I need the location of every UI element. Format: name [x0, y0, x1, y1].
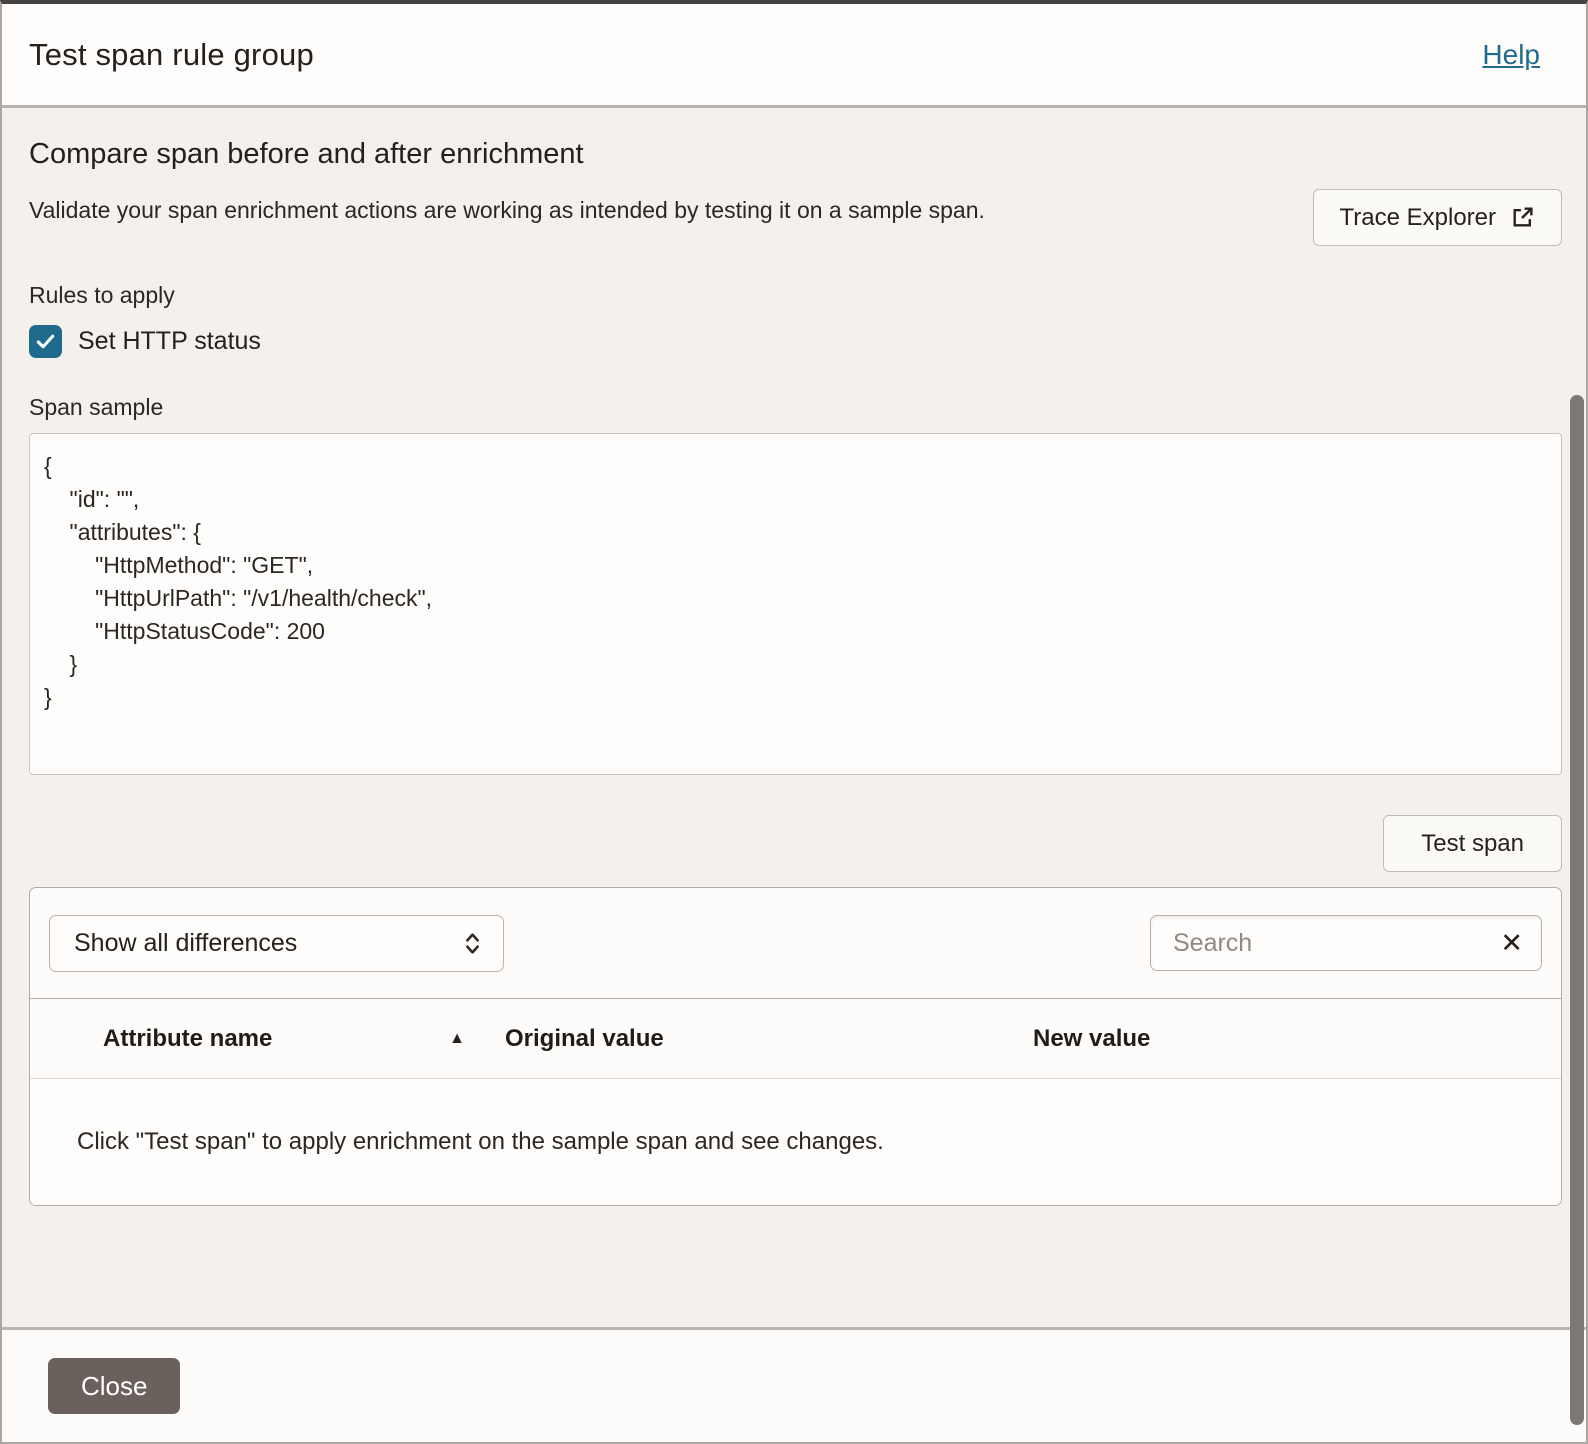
empty-state-message: Click "Test span" to apply enrichment on…: [30, 1078, 1561, 1205]
page-title: Test span rule group: [29, 37, 314, 73]
dialog-footer: Close: [2, 1327, 1586, 1442]
search-input[interactable]: [1159, 929, 1500, 958]
column-header-original-value[interactable]: Original value: [505, 1025, 1033, 1053]
external-link-icon: [1510, 205, 1535, 230]
attribute-name-label: Attribute name: [103, 1025, 272, 1053]
diff-filter-select[interactable]: Show all differences: [49, 915, 504, 972]
search-box: ✕: [1150, 915, 1542, 971]
chevron-updown-icon: [462, 931, 483, 956]
rules-to-apply-label: Rules to apply: [29, 282, 1562, 309]
trace-explorer-label: Trace Explorer: [1340, 204, 1497, 232]
diff-filter-value: Show all differences: [74, 929, 297, 958]
original-value-label: Original value: [505, 1025, 664, 1052]
test-span-label: Test span: [1421, 830, 1524, 858]
clear-search-icon[interactable]: ✕: [1500, 930, 1523, 957]
dialog-header: Test span rule group Help: [2, 4, 1586, 108]
results-toolbar: Show all differences ✕: [30, 888, 1561, 998]
results-panel: Show all differences ✕ Attribute name: [29, 887, 1562, 1206]
http-status-rule-row: Set HTTP status: [29, 325, 1562, 358]
sort-ascending-icon: ▲: [449, 1030, 465, 1048]
vertical-scrollbar-thumb[interactable]: [1570, 395, 1584, 1425]
dialog-body: Compare span before and after enrichment…: [2, 108, 1586, 1327]
results-table-header: Attribute name ▲ Original value New valu…: [30, 998, 1561, 1078]
set-http-status-checkbox[interactable]: [29, 325, 62, 358]
set-http-status-label: Set HTTP status: [78, 327, 261, 356]
help-link[interactable]: Help: [1482, 39, 1540, 71]
span-sample-textarea[interactable]: { "id": "", "attributes": { "HttpMethod"…: [29, 433, 1562, 775]
section-description: Validate your span enrichment actions ar…: [29, 195, 985, 225]
description-row: Validate your span enrichment actions ar…: [29, 195, 1562, 246]
test-span-button[interactable]: Test span: [1383, 815, 1562, 872]
section-heading: Compare span before and after enrichment: [29, 138, 1562, 171]
test-span-rule-group-dialog: Test span rule group Help Compare span b…: [0, 0, 1588, 1444]
column-header-new-value[interactable]: New value: [1033, 1025, 1561, 1053]
checkmark-icon: [34, 330, 57, 353]
column-header-attribute-name[interactable]: Attribute name ▲: [103, 1025, 505, 1053]
close-button[interactable]: Close: [48, 1358, 180, 1414]
test-span-row: Test span: [29, 815, 1562, 872]
new-value-label: New value: [1033, 1025, 1150, 1052]
span-sample-label: Span sample: [29, 394, 1562, 421]
trace-explorer-button[interactable]: Trace Explorer: [1313, 189, 1563, 246]
